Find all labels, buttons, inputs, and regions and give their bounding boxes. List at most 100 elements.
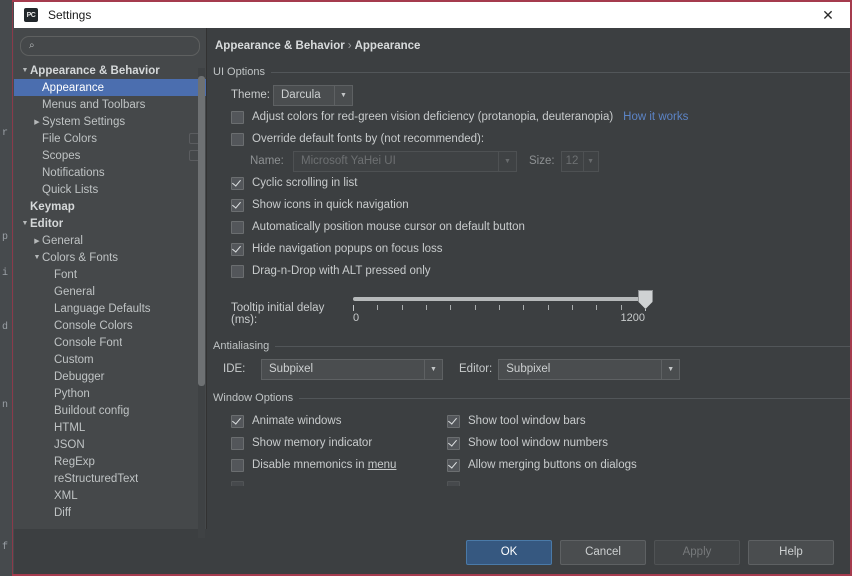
antialiasing-label: Antialiasing — [213, 340, 270, 352]
sidebar-item-xml[interactable]: XML — [14, 487, 206, 504]
allow-merging-buttons-on-dialogs-row[interactable]: Allow merging buttons on dialogs — [447, 454, 663, 476]
sidebar-item-scopes[interactable]: Scopes — [14, 147, 206, 164]
search-box[interactable]: ⌕ — [20, 36, 200, 56]
ok-button[interactable]: OK — [466, 539, 552, 565]
sidebar-item-menus-and-toolbars[interactable]: Menus and Toolbars — [14, 96, 206, 113]
hide-nav-popups-checkbox[interactable] — [231, 242, 244, 256]
sidebar-item-console-font[interactable]: Console Font — [14, 334, 206, 351]
allow-merging-buttons-on-dialogs-label: Allow merging buttons on dialogs — [468, 459, 637, 471]
sidebar-item-html[interactable]: HTML — [14, 419, 206, 436]
sidebar-item-language-defaults[interactable]: Language Defaults — [14, 300, 206, 317]
sidebar-item-label: Console Font — [54, 336, 123, 349]
sidebar-item-appearance-behavior[interactable]: ▼ Appearance & Behavior — [14, 62, 206, 79]
clipped-checkbox[interactable] — [231, 480, 244, 486]
auto-position-cursor-row[interactable]: Automatically position mouse cursor on d… — [231, 216, 850, 238]
apply-button[interactable]: Apply — [654, 539, 740, 565]
cyclic-scrolling-row[interactable]: Cyclic scrolling in list — [231, 172, 850, 194]
chevron-down-icon[interactable]: ▼ — [334, 85, 352, 105]
cyclic-scrolling-checkbox[interactable] — [231, 176, 244, 190]
sidebar-item-buildout-config[interactable]: Buildout config — [14, 402, 206, 419]
sidebar-item-keymap[interactable]: Keymap — [14, 198, 206, 215]
window-options-group: Window Options Animate windows Show memor… — [213, 392, 850, 486]
sidebar-item-appearance[interactable]: Appearance — [14, 79, 206, 96]
show-memory-indicator-row[interactable]: Show memory indicator — [231, 432, 447, 454]
theme-row: Theme: Darcula ▼ — [231, 84, 850, 106]
font-size-select[interactable]: 12 ▼ — [560, 150, 599, 172]
cancel-button[interactable]: Cancel — [560, 539, 646, 565]
sidebar-item-general[interactable]: ▶ General — [14, 232, 206, 249]
chevron-down-icon[interactable]: ▼ — [20, 67, 30, 74]
sidebar-item-font[interactable]: Font — [14, 266, 206, 283]
show-tool-window-bars-label: Show tool window bars — [468, 415, 586, 427]
drag-n-drop-alt-checkbox[interactable] — [231, 264, 244, 278]
show-memory-indicator-checkbox[interactable] — [231, 436, 244, 450]
show-tool-window-numbers-row[interactable]: Show tool window numbers — [447, 432, 663, 454]
chevron-down-icon[interactable]: ▼ — [582, 151, 598, 171]
ide-antialiasing-select[interactable]: Subpixel ▼ — [261, 358, 443, 380]
how-it-works-link[interactable]: How it works — [623, 111, 688, 123]
auto-position-cursor-label: Automatically position mouse cursor on d… — [252, 221, 525, 233]
animate-windows-row[interactable]: Animate windows — [231, 410, 447, 432]
chevron-down-icon[interactable]: ▼ — [32, 254, 42, 261]
chevron-down-icon[interactable]: ▼ — [661, 359, 679, 379]
slider-max-label: 1200 — [620, 312, 645, 324]
sidebar-item-label: Font — [54, 268, 78, 281]
animate-windows-checkbox[interactable] — [231, 414, 244, 428]
slider-tick — [353, 305, 354, 311]
slider-tick — [620, 305, 622, 310]
auto-position-cursor-checkbox[interactable] — [231, 220, 244, 234]
sidebar-scrollbar-thumb[interactable] — [198, 76, 205, 386]
chevron-right-icon[interactable]: ▶ — [32, 118, 42, 126]
sidebar-item-console-colors[interactable]: Console Colors — [14, 317, 206, 334]
breadcrumb-root[interactable]: Appearance & Behavior — [215, 40, 345, 52]
chevron-down-icon[interactable]: ▼ — [498, 151, 516, 171]
font-size-label: Size: — [529, 155, 555, 167]
slider-track[interactable] — [353, 297, 645, 301]
search-container: ⌕ — [14, 28, 206, 60]
sidebar-item-restructuredtext[interactable]: reStructuredText — [14, 470, 206, 487]
sidebar-item-label: Diff — [54, 506, 72, 519]
chevron-down-icon[interactable]: ▼ — [424, 359, 442, 379]
show-tool-window-numbers-checkbox[interactable] — [447, 436, 460, 450]
show-icons-quick-nav-checkbox[interactable] — [231, 198, 244, 212]
sidebar-item-regexp[interactable]: RegExp — [14, 453, 206, 470]
sidebar-item-file-colors[interactable]: File Colors — [14, 130, 206, 147]
antialiasing-title: Antialiasing — [213, 340, 850, 352]
allow-merging-buttons-on-dialogs-checkbox[interactable] — [447, 458, 460, 472]
disable-mnemonics-in-menu-checkbox[interactable] — [231, 458, 244, 472]
sidebar-item-system-settings[interactable]: ▶ System Settings — [14, 113, 206, 130]
sidebar-item-general[interactable]: General — [14, 283, 206, 300]
ui-options-group: UI Options Theme: Darcula ▼ Adjust color… — [213, 66, 850, 330]
sidebar-item-quick-lists[interactable]: Quick Lists — [14, 181, 206, 198]
hide-nav-popups-row[interactable]: Hide navigation popups on focus loss — [231, 238, 850, 260]
sidebar-item-json[interactable]: JSON — [14, 436, 206, 453]
close-icon[interactable]: ✕ — [806, 2, 850, 28]
settings-tree[interactable]: ▼ Appearance & Behavior Appearance Menus an… — [14, 60, 206, 529]
override-fonts-checkbox[interactable] — [231, 132, 244, 146]
adjust-colors-checkbox[interactable] — [231, 110, 244, 124]
sidebar-item-debugger[interactable]: Debugger — [14, 368, 206, 385]
chevron-right-icon[interactable]: ▶ — [32, 237, 42, 245]
disable-mnemonics-in-menu-row[interactable]: Disable mnemonics in menu — [231, 454, 447, 476]
search-input[interactable] — [38, 40, 191, 52]
clipped-checkbox[interactable] — [447, 480, 460, 486]
sidebar-item-colors-fonts[interactable]: ▼ Colors & Fonts — [14, 249, 206, 266]
font-name-select[interactable]: Microsoft YaHei UI ▼ — [293, 150, 517, 172]
sidebar-item-custom[interactable]: Custom — [14, 351, 206, 368]
sidebar-item-diff[interactable]: Diff — [14, 504, 206, 521]
chevron-down-icon[interactable]: ▼ — [20, 220, 30, 227]
sidebar-item-editor[interactable]: ▼ Editor — [14, 215, 206, 232]
settings-main-panel: Appearance & Behavior › Appearance UI Opti… — [207, 28, 850, 529]
show-tool-window-bars-checkbox[interactable] — [447, 414, 460, 428]
show-icons-quick-nav-row[interactable]: Show icons in quick navigation — [231, 194, 850, 216]
sidebar-item-python[interactable]: Python — [14, 385, 206, 402]
override-fonts-row[interactable]: Override default fonts by (not recommend… — [231, 128, 850, 150]
drag-n-drop-alt-row[interactable]: Drag-n-Drop with ALT pressed only — [231, 260, 850, 282]
editor-antialiasing-select[interactable]: Subpixel ▼ — [498, 358, 681, 380]
help-button[interactable]: Help — [748, 539, 834, 565]
adjust-colors-row[interactable]: Adjust colors for red-green vision defic… — [231, 106, 850, 128]
tooltip-delay-slider[interactable]: 0 1200 — [353, 286, 653, 330]
theme-select[interactable]: Darcula ▼ — [273, 84, 353, 106]
sidebar-item-notifications[interactable]: Notifications — [14, 164, 206, 181]
show-tool-window-bars-row[interactable]: Show tool window bars — [447, 410, 663, 432]
